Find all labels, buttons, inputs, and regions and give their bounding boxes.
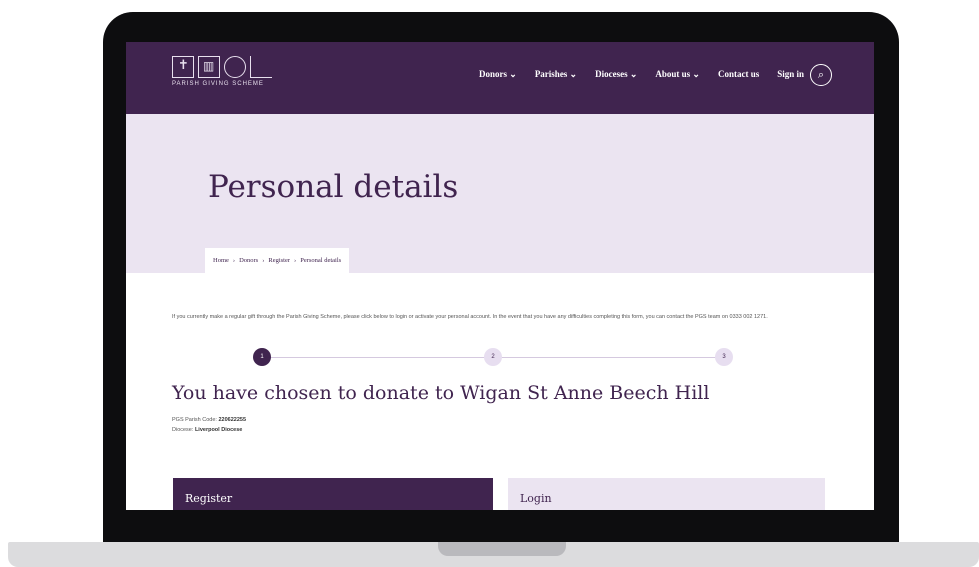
progress-steps: 1 2 3 [253, 348, 733, 368]
cross-icon [172, 56, 194, 78]
login-card[interactable]: Login [508, 478, 825, 510]
breadcrumb-register[interactable]: Register [268, 257, 290, 264]
nav-item-about[interactable]: About us ⌄ [655, 69, 700, 80]
breadcrumb-home[interactable]: Home [213, 257, 229, 264]
breadcrumb-current: Personal details [300, 257, 342, 264]
breadcrumb-separator: › [232, 257, 236, 264]
parish-code-value: 220622255 [218, 417, 246, 423]
breadcrumb: Home › Donors › Register › Personal deta… [205, 248, 350, 273]
nav-item-contact[interactable]: Contact us [718, 69, 759, 80]
nav-item-dioceses[interactable]: Dioceses ⌄ [595, 69, 637, 80]
nav-item-parishes[interactable]: Parishes ⌄ [535, 69, 577, 80]
register-card[interactable]: Register [173, 478, 493, 510]
page-title: Personal details [208, 169, 459, 205]
step-1: 1 [253, 348, 271, 366]
laptop-notch [438, 542, 566, 556]
circle-icon [224, 56, 246, 78]
diocese-value: Liverpool Diocese [194, 427, 243, 433]
intro-text: If you currently make a regular gift thr… [172, 314, 768, 320]
parish-meta: PGS Parish Code: 220622255 Diocese: Live… [172, 415, 246, 435]
main-menu: Donors ⌄ Parishes ⌄ Dioceses ⌄ About us … [479, 69, 804, 80]
site-logo[interactable]: PARISH GIVING SCHEME [172, 56, 272, 87]
diocese-label: Diocese: [172, 427, 194, 433]
corner-icon [250, 56, 272, 78]
page-hero: Personal details Home › Donors › Registe… [126, 114, 874, 273]
step-3: 3 [715, 348, 733, 366]
nav-item-signin[interactable]: Sign in [777, 69, 804, 80]
building-icon [198, 56, 220, 78]
logo-icons [172, 56, 272, 78]
nav-item-donors[interactable]: Donors ⌄ [479, 69, 517, 80]
logo-text: PARISH GIVING SCHEME [172, 81, 264, 87]
breadcrumb-donors[interactable]: Donors [239, 257, 258, 264]
step-2: 2 [484, 348, 502, 366]
parish-code-label: PGS Parish Code: [172, 417, 217, 423]
browser-screen: PARISH GIVING SCHEME Donors ⌄ Parishes ⌄… [126, 42, 874, 510]
register-title: Register [185, 492, 233, 505]
login-title: Login [520, 492, 552, 505]
site-header: PARISH GIVING SCHEME Donors ⌄ Parishes ⌄… [126, 42, 874, 114]
search-icon[interactable]: ⌕ [810, 64, 832, 86]
donation-heading: You have chosen to donate to Wigan St An… [172, 382, 710, 404]
breadcrumb-separator: › [294, 257, 297, 264]
breadcrumb-separator: › [262, 257, 265, 264]
